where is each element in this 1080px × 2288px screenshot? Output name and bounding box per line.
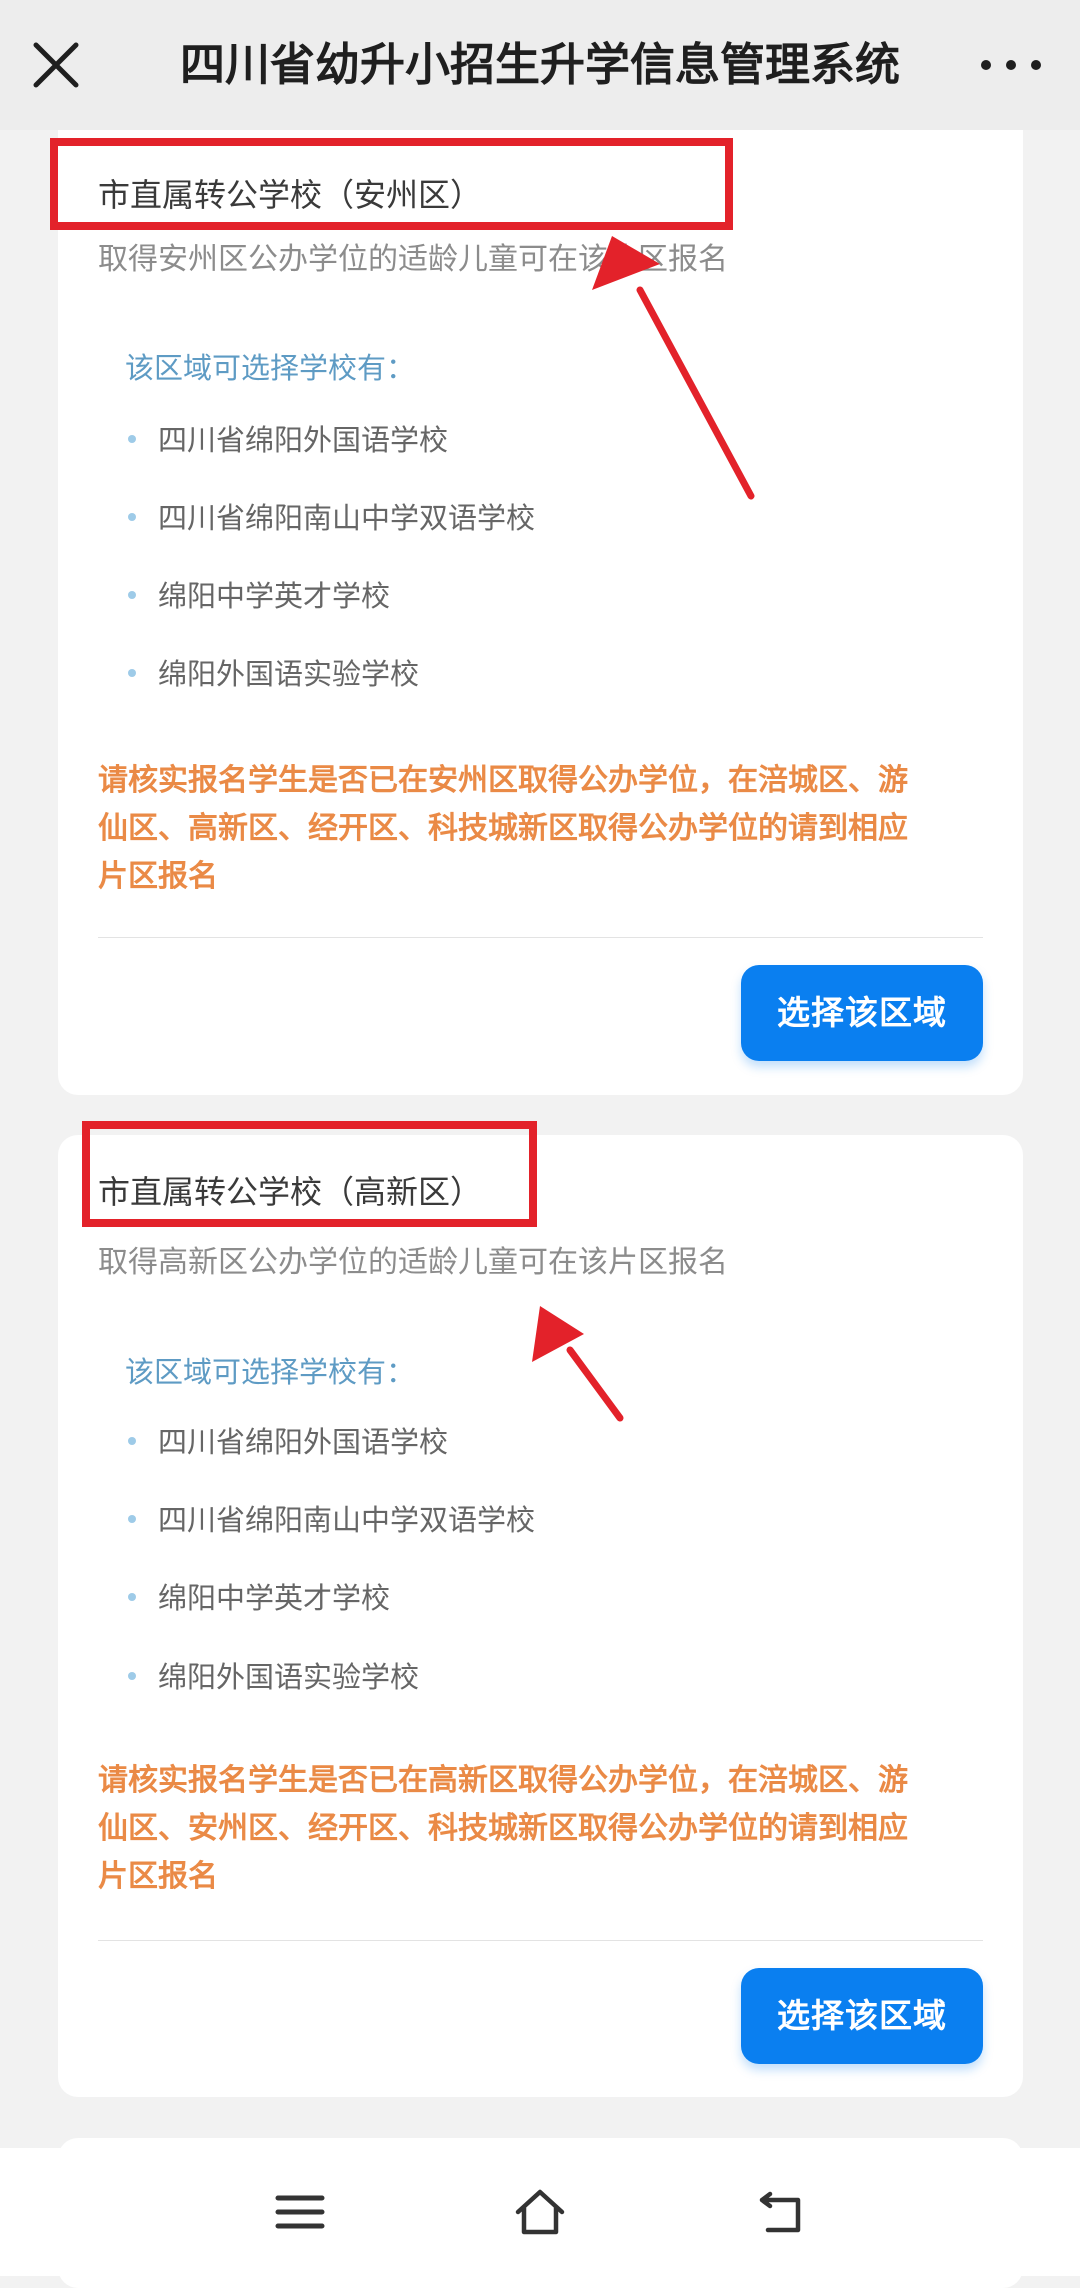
annotation-arrows: [532, 236, 755, 1422]
arrow-icon: [532, 1306, 624, 1422]
arrow-icon: [592, 236, 755, 500]
menu-icon[interactable]: [272, 2184, 328, 2240]
back-icon[interactable]: [752, 2184, 808, 2240]
bottom-nav-bar: [0, 2148, 1080, 2276]
home-icon[interactable]: [512, 2184, 568, 2240]
